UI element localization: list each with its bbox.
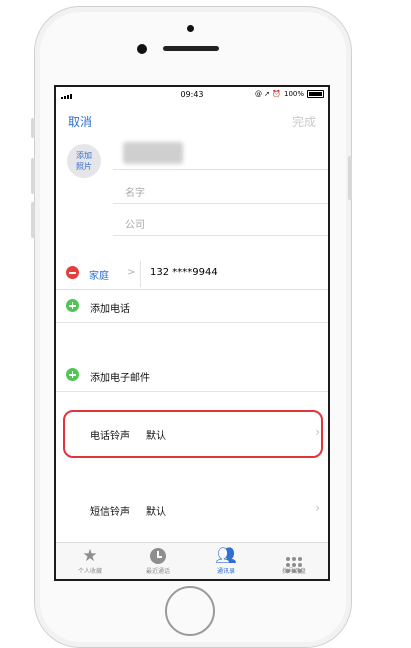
add-icon	[66, 368, 79, 381]
add-phone-row[interactable]: 添加电话	[56, 290, 328, 323]
location-icon: @ ➚ ⏰	[254, 90, 281, 98]
power-button	[348, 156, 352, 200]
tab-bar: ★ 个人收藏 最近通话 👥︎ 通讯录 拨号键盘	[56, 542, 328, 579]
star-icon: ★	[82, 546, 98, 566]
sms-tone-row[interactable]: 短信铃声 默认 ›	[56, 485, 328, 529]
battery-percent: 100%	[283, 90, 304, 98]
phone-number[interactable]: 132 ****9944	[150, 267, 218, 278]
blurred-name-value	[123, 142, 183, 164]
status-bar: 09:43 @ ➚ ⏰ 100%	[56, 87, 328, 103]
clock-icon	[150, 548, 166, 564]
first-name-field[interactable]: 名字	[113, 175, 328, 204]
mute-switch	[31, 118, 35, 138]
add-phone-label: 添加电话	[90, 304, 130, 315]
tab-label: 通讯录	[216, 568, 235, 575]
chevron-right-icon: ›	[315, 501, 320, 515]
ringtone-highlight-box	[63, 410, 323, 458]
phone-entry-row[interactable]: 家庭 > 132 ****9944	[56, 257, 328, 290]
phone-label[interactable]: 家庭	[89, 267, 109, 282]
tab-label: 拨号键盘	[281, 568, 306, 575]
screen: 09:43 @ ➚ ⏰ 100% 取消 完成 添加 照片 名字 公司 家庭 > 1…	[54, 85, 330, 581]
done-button[interactable]: 完成	[292, 113, 316, 130]
contacts-icon: 👥︎	[215, 546, 237, 566]
earpiece-speaker	[163, 46, 219, 51]
delete-phone-icon[interactable]	[66, 266, 79, 279]
proximity-sensor	[187, 25, 194, 32]
add-photo-label: 添加 照片	[76, 151, 92, 171]
tab-recents[interactable]: 最近通话	[124, 543, 192, 579]
tab-favorites[interactable]: ★ 个人收藏	[56, 543, 124, 579]
add-photo-button[interactable]: 添加 照片	[67, 144, 101, 178]
add-email-label: 添加电子邮件	[90, 373, 150, 384]
tab-label: 个人收藏	[77, 568, 102, 575]
front-camera	[137, 44, 147, 54]
tab-label: 最近通话	[145, 568, 170, 575]
tab-keypad[interactable]: 拨号键盘	[260, 543, 328, 579]
sms-tone-label: 短信铃声	[90, 507, 130, 518]
add-email-row[interactable]: 添加电子邮件	[56, 359, 328, 392]
cancel-button[interactable]: 取消	[68, 113, 92, 130]
add-icon	[66, 299, 79, 312]
chevron-right-icon: >	[127, 267, 136, 278]
volume-up-button	[31, 158, 35, 194]
sms-tone-value: 默认	[146, 507, 166, 518]
company-field[interactable]: 公司	[113, 207, 328, 236]
tab-contacts[interactable]: 👥︎ 通讯录	[192, 543, 260, 579]
volume-down-button	[31, 202, 35, 238]
divider	[140, 261, 141, 287]
status-right: @ ➚ ⏰ 100%	[255, 90, 324, 98]
home-button[interactable]	[165, 586, 215, 636]
battery-icon	[307, 90, 324, 98]
